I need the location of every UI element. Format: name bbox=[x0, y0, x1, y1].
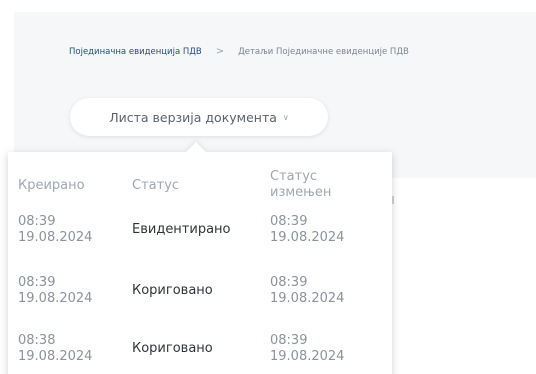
version-row[interactable]: 08:38 19.08.2024 Кориговано 08:39 19.08.… bbox=[8, 329, 392, 374]
version-list-dropdown: Креирано Статус Статус измењен 08:39 19.… bbox=[8, 152, 392, 374]
created-date: 19.08.2024 bbox=[18, 349, 93, 364]
divider bbox=[392, 196, 394, 204]
changed-date: 19.08.2024 bbox=[270, 230, 345, 245]
breadcrumb-link[interactable]: Појединачна евиденција ПДВ bbox=[69, 47, 202, 57]
column-header-status-changed-line1: Статус bbox=[270, 169, 318, 184]
created-date: 19.08.2024 bbox=[18, 230, 93, 245]
status-value: Кориговано bbox=[132, 341, 213, 356]
column-header-status: Статус bbox=[132, 178, 180, 193]
chevron-down-icon: ∨ bbox=[282, 113, 289, 122]
column-header-status-changed-line2: измењен bbox=[270, 185, 332, 200]
status-value: Евидентирано bbox=[132, 222, 231, 237]
version-list-button[interactable]: Листа верзија документа ∨ bbox=[70, 98, 328, 136]
created-time: 08:39 bbox=[18, 214, 56, 229]
changed-date: 19.08.2024 bbox=[270, 291, 345, 306]
breadcrumb: Појединачна евиденција ПДВ > Детаљи Поје… bbox=[69, 46, 409, 57]
changed-time: 08:39 bbox=[270, 214, 308, 229]
version-row[interactable]: 08:39 19.08.2024 Кориговано 08:39 19.08.… bbox=[8, 271, 392, 323]
breadcrumb-current: Детаљи Појединачне евиденције ПДВ bbox=[238, 46, 409, 57]
status-value: Кориговано bbox=[132, 283, 213, 298]
version-list-button-label: Листа верзија документа bbox=[109, 109, 277, 125]
column-header-created: Креирано bbox=[18, 178, 85, 193]
changed-date: 19.08.2024 bbox=[270, 349, 345, 364]
changed-time: 08:39 bbox=[270, 275, 308, 290]
version-row[interactable]: 08:39 19.08.2024 Евидентирано 08:39 19.0… bbox=[8, 210, 392, 262]
created-time: 08:38 bbox=[18, 333, 56, 348]
breadcrumb-separator: > bbox=[215, 46, 225, 57]
created-date: 19.08.2024 bbox=[18, 291, 93, 306]
changed-time: 08:39 bbox=[270, 333, 308, 348]
created-time: 08:39 bbox=[18, 275, 56, 290]
